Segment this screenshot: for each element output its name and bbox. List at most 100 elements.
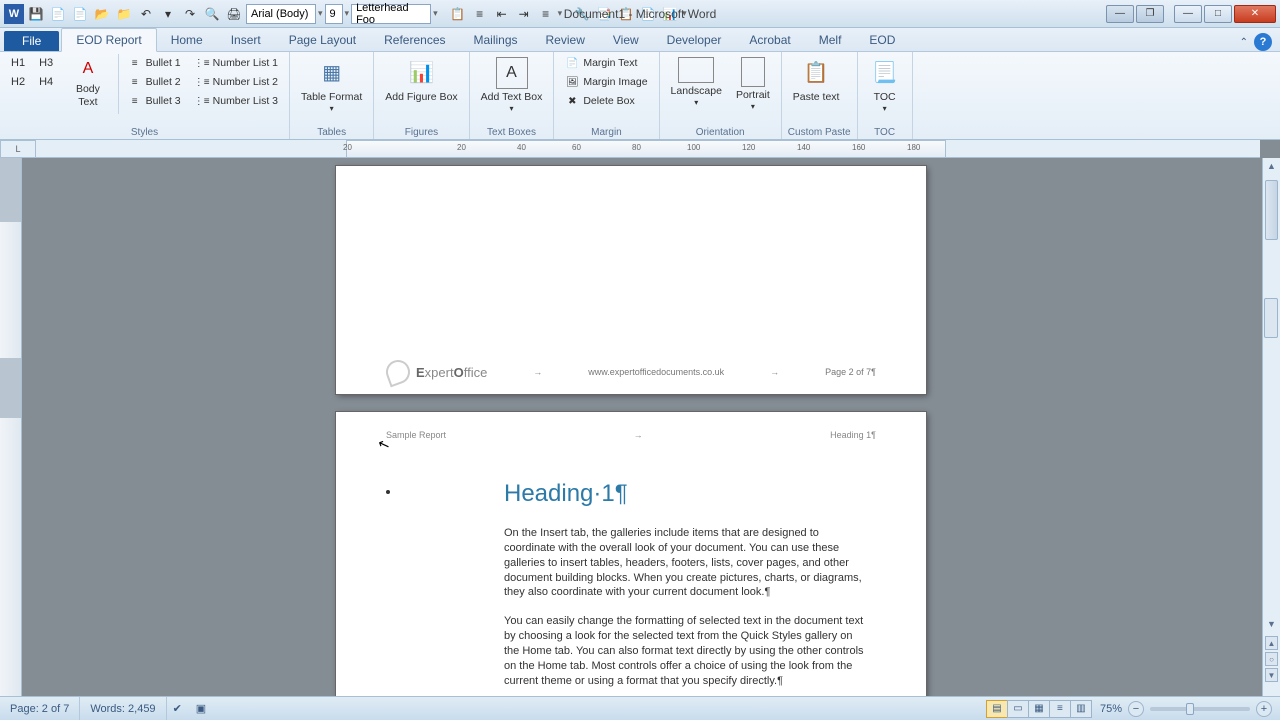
save-as-icon[interactable]: 📄 [48, 4, 68, 24]
close-doc-icon[interactable]: 📁 [114, 4, 134, 24]
zoom-level[interactable]: 75% [1100, 703, 1122, 715]
status-words[interactable]: Words: 2,459 [80, 697, 166, 720]
print-preview-icon[interactable]: 🔍 [202, 4, 222, 24]
toc-button[interactable]: 📃 TOC▾ [864, 54, 906, 116]
decrease-indent-icon[interactable]: ⇤ [492, 4, 512, 24]
collapse-ribbon-icon[interactable]: ⌃ [1240, 37, 1248, 48]
header-right: Heading 1¶ [830, 430, 876, 440]
delete-box-button[interactable]: ✖Delete Box [560, 92, 652, 110]
macro-record-icon[interactable]: ▣ [196, 702, 206, 715]
tab-eod[interactable]: EOD [855, 29, 909, 51]
tab-eod-report[interactable]: EOD Report [61, 28, 156, 52]
vertical-ruler[interactable] [0, 158, 22, 696]
paragraph-2: You can easily change the formatting of … [504, 614, 866, 688]
tab-mailings[interactable]: Mailings [460, 29, 532, 51]
zoom-in-button[interactable]: + [1256, 701, 1272, 717]
view-full-screen[interactable]: ▭ [1007, 700, 1029, 718]
tab-acrobat[interactable]: Acrobat [735, 29, 804, 51]
margin-text-icon: 📄 [565, 56, 579, 70]
margin-image-icon: 🖼 [565, 75, 579, 89]
view-and-zoom: ▤ ▭ ▦ ≡ ▥ 75% − + [987, 700, 1280, 718]
font-size-selector[interactable]: 9 [325, 4, 343, 24]
tab-review[interactable]: Review [532, 29, 599, 51]
style-h4[interactable]: H4 [34, 73, 58, 91]
tab-view[interactable]: View [599, 29, 653, 51]
scroll-thumb[interactable] [1265, 180, 1278, 240]
style-bullet-2[interactable]: ≡Bullet 2 [123, 73, 186, 91]
file-tab[interactable]: File [4, 31, 59, 51]
page-1-footer: ExpertOffice → www.expertofficedocuments… [386, 360, 876, 384]
document-scroll[interactable]: ExpertOffice → www.expertofficedocuments… [22, 158, 1262, 696]
style-number-3[interactable]: ⋮≡Number List 3 [190, 92, 283, 110]
table-format-button[interactable]: ▦ Table Format▾ [296, 54, 367, 116]
spell-check-icon[interactable]: ✔ [173, 702, 182, 715]
status-page[interactable]: Page: 2 of 7 [0, 697, 80, 720]
add-figure-box-button[interactable]: 📊 Add Figure Box [380, 54, 462, 107]
group-custom-paste: 📋 Paste text Custom Paste [782, 52, 858, 139]
prev-page-button[interactable]: ▲ [1265, 636, 1278, 650]
view-web-layout[interactable]: ▦ [1028, 700, 1050, 718]
style-body-text[interactable]: A Body Text [62, 54, 114, 111]
open-icon[interactable]: 📂 [92, 4, 112, 24]
zoom-slider[interactable] [1150, 707, 1250, 711]
tab-page-layout[interactable]: Page Layout [275, 29, 370, 51]
style-number-1[interactable]: ⋮≡Number List 1 [190, 54, 283, 72]
tab-references[interactable]: References [370, 29, 459, 51]
group-margin: 📄Margin Text 🖼Margin Image ✖Delete Box M… [554, 52, 659, 139]
footer-logo: ExpertOffice [386, 360, 487, 384]
margin-text-button[interactable]: 📄Margin Text [560, 54, 652, 72]
landscape-button[interactable]: Landscape▾ [666, 54, 727, 110]
margin-image-button[interactable]: 🖼Margin Image [560, 73, 652, 91]
line-spacing-icon[interactable]: ≡ [536, 4, 556, 24]
outer-restore-button[interactable]: ❐ [1136, 5, 1164, 23]
style-bullet-1[interactable]: ≡Bullet 1 [123, 54, 186, 72]
next-page-button[interactable]: ▼ [1265, 668, 1278, 682]
vertical-scrollbar[interactable]: ▲ ▼ ▲ ○ ▼ [1262, 158, 1280, 696]
print-icon[interactable]: 🖨 [224, 4, 244, 24]
tab-insert[interactable]: Insert [217, 29, 275, 51]
view-outline[interactable]: ≡ [1049, 700, 1071, 718]
undo-icon[interactable]: ↶ [136, 4, 156, 24]
view-draft[interactable]: ▥ [1070, 700, 1092, 718]
increase-indent-icon[interactable]: ⇥ [514, 4, 534, 24]
number-icon: ⋮≡ [195, 94, 209, 108]
help-button[interactable]: ? [1254, 33, 1272, 51]
add-text-box-button[interactable]: A Add Text Box▾ [476, 54, 548, 116]
portrait-button[interactable]: Portrait▾ [731, 54, 775, 114]
qat-extra-1-icon[interactable]: 📋 [448, 4, 468, 24]
font-name-selector[interactable]: Arial (Body) [246, 4, 316, 24]
style-h1[interactable]: H1 [6, 54, 30, 72]
maximize-button[interactable]: □ [1204, 5, 1232, 23]
zoom-handle[interactable] [1264, 298, 1278, 338]
paste-text-button[interactable]: 📋 Paste text [788, 54, 845, 107]
redo-icon[interactable]: ↷ [180, 4, 200, 24]
tab-melf[interactable]: Melf [805, 29, 856, 51]
tab-developer[interactable]: Developer [653, 29, 736, 51]
group-label-toc: TOC [864, 126, 906, 139]
style-preset-selector[interactable]: Letterhead Foo [351, 4, 431, 24]
close-button[interactable]: ✕ [1234, 5, 1276, 23]
style-h2[interactable]: H2 [6, 73, 30, 91]
browse-object-button[interactable]: ○ [1265, 652, 1278, 666]
heading-1: Heading·1¶ [504, 480, 866, 508]
ruler-corner[interactable]: L [0, 140, 36, 158]
qat-extra-2-icon[interactable]: ≡ [470, 4, 490, 24]
word-icon[interactable]: W [4, 4, 24, 24]
bullet-icon: ≡ [128, 94, 142, 108]
style-number-2[interactable]: ⋮≡Number List 2 [190, 73, 283, 91]
minimize-button[interactable]: — [1174, 5, 1202, 23]
new-icon[interactable]: 📄 [70, 4, 90, 24]
zoom-out-button[interactable]: − [1128, 701, 1144, 717]
view-print-layout[interactable]: ▤ [986, 700, 1008, 718]
tab-home[interactable]: Home [157, 29, 217, 51]
style-bullet-3[interactable]: ≡Bullet 3 [123, 92, 186, 110]
margin-bullet [386, 490, 390, 494]
outer-min-button[interactable]: — [1106, 5, 1134, 23]
group-label-tables: Tables [296, 126, 367, 139]
qat-sep: ▾ [158, 4, 178, 24]
horizontal-ruler[interactable]: 20 20 40 60 80 100 120 140 160 180 [36, 140, 1260, 158]
scroll-up-icon[interactable]: ▲ [1263, 158, 1280, 174]
scroll-down-icon[interactable]: ▼ [1263, 616, 1280, 632]
save-icon[interactable]: 💾 [26, 4, 46, 24]
style-h3[interactable]: H3 [34, 54, 58, 72]
